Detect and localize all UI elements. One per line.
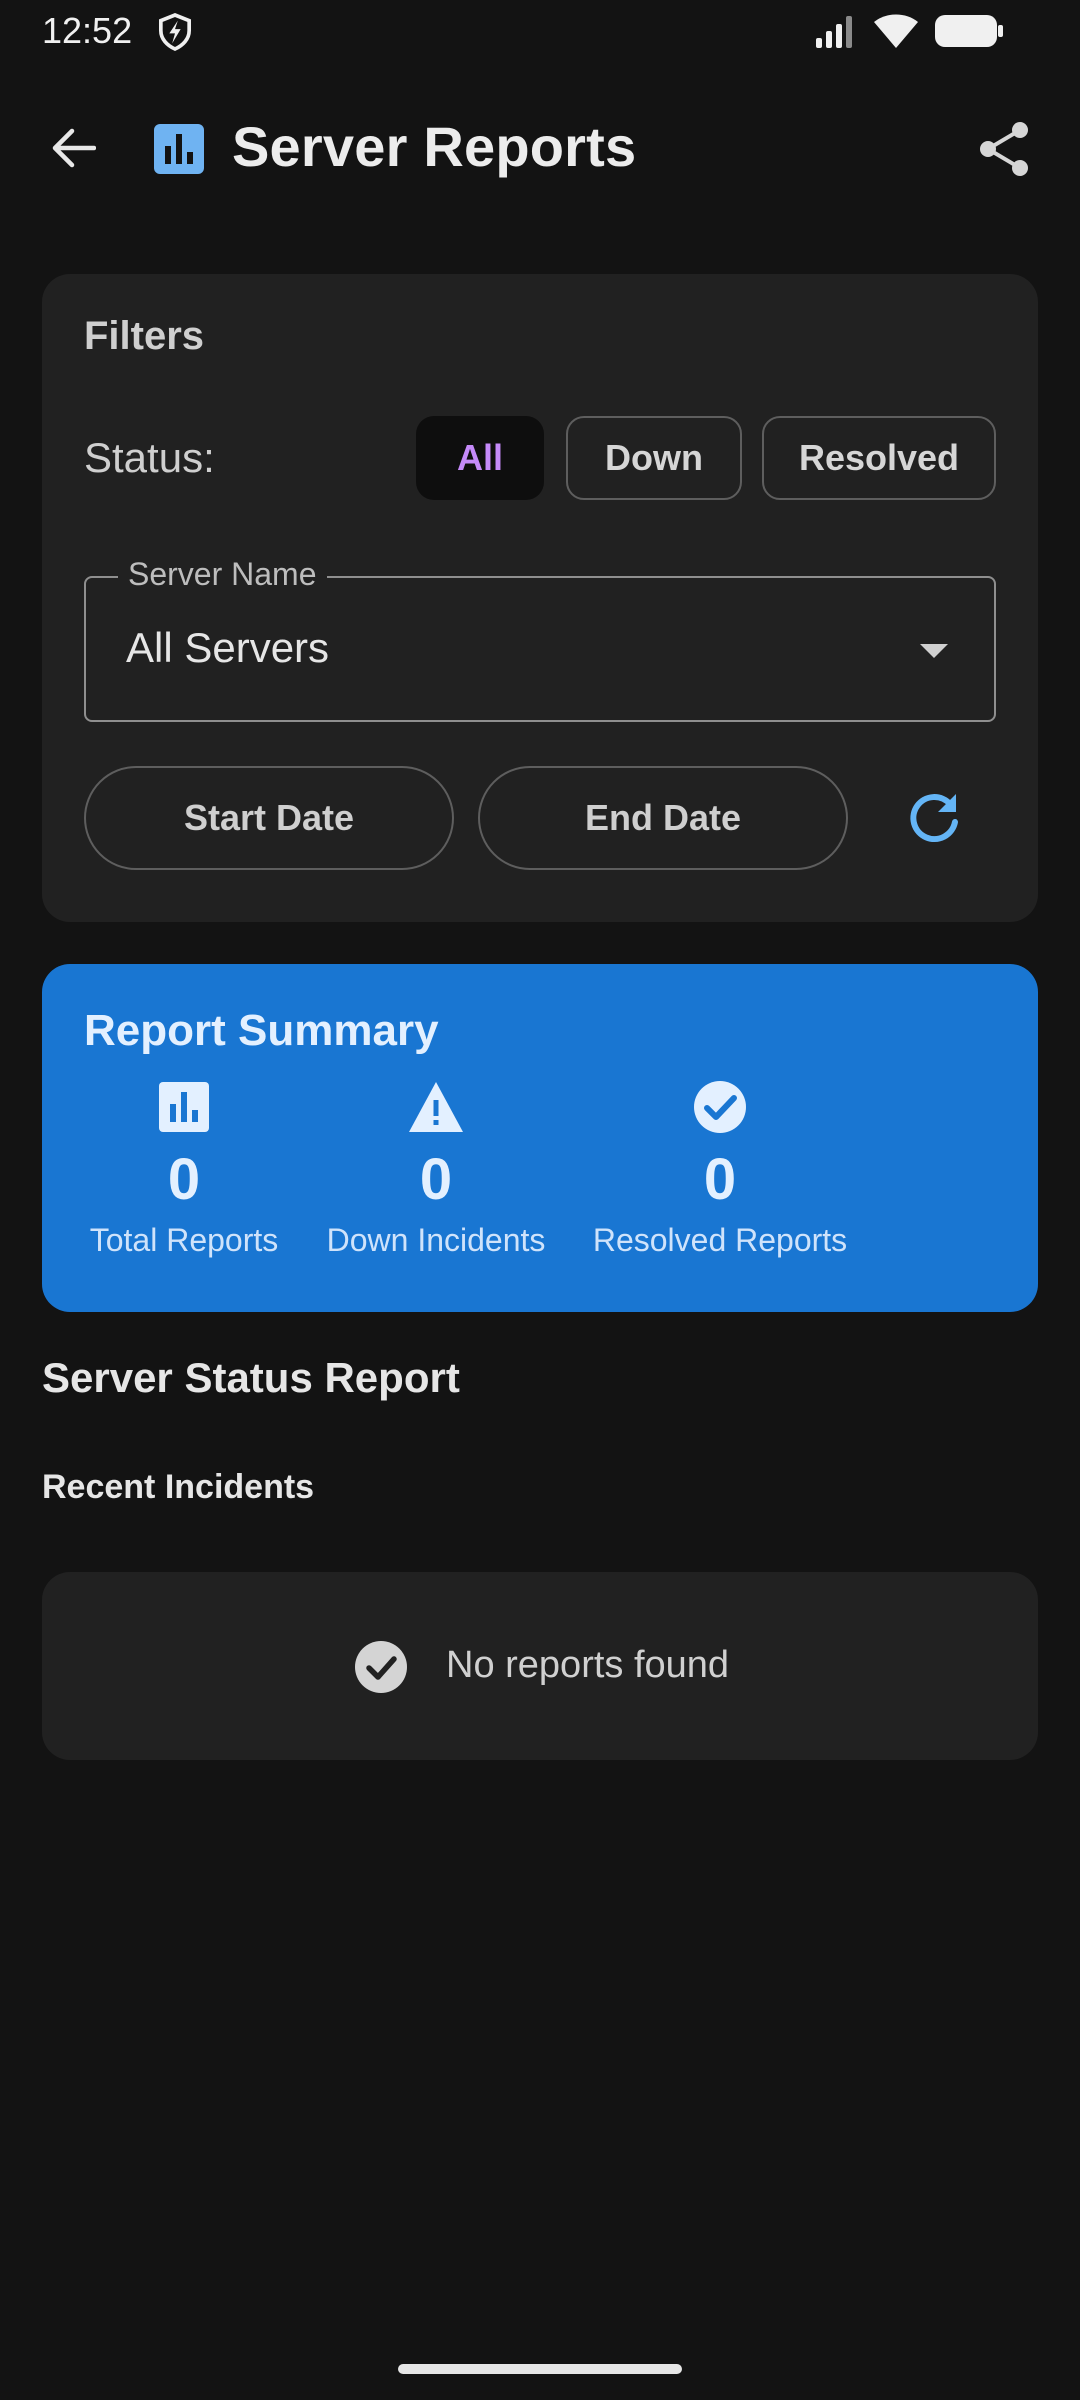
- status-chip-all[interactable]: All: [416, 416, 544, 500]
- status-time: 12:52: [42, 10, 133, 51]
- status-bar: 12:52: [0, 0, 1080, 62]
- filters-card: Filters Status: All Down Resolved Server…: [42, 274, 1038, 922]
- refresh-icon[interactable]: [902, 786, 966, 850]
- summary-title: Report Summary: [84, 1006, 439, 1055]
- battery-icon: [935, 15, 1003, 47]
- end-date-button[interactable]: End Date: [478, 766, 848, 870]
- empty-reports-card: No reports found: [42, 1572, 1038, 1760]
- signal-icon: [816, 16, 852, 48]
- recent-incidents-title: Recent Incidents: [42, 1468, 315, 1506]
- server-name-select[interactable]: Server Name All Servers: [84, 556, 996, 722]
- back-button[interactable]: [42, 120, 104, 176]
- home-indicator[interactable]: [398, 2364, 682, 2374]
- status-chip-resolved[interactable]: Resolved: [762, 416, 996, 500]
- total-reports-value: 0: [167, 1147, 201, 1212]
- app-bar: Server Reports: [0, 100, 1080, 196]
- server-status-report-title: Server Status Report: [42, 1354, 460, 1401]
- empty-reports-text: No reports found: [446, 1644, 730, 1686]
- stat-down-incidents: 0 Down Incidents: [324, 1078, 548, 1259]
- stat-resolved-reports: 0 Resolved Reports: [590, 1078, 850, 1259]
- bar-chart-icon: [154, 124, 204, 174]
- page-title: Server Reports: [232, 115, 637, 178]
- server-name-label: Server Name: [118, 556, 327, 593]
- server-name-value: All Servers: [126, 624, 330, 671]
- start-date-button[interactable]: Start Date: [84, 766, 454, 870]
- bar-chart-icon: [159, 1082, 209, 1132]
- resolved-reports-value: 0: [703, 1147, 737, 1212]
- shield-icon: [158, 13, 192, 51]
- screen: 12:52 Server Reports Filters Status: All…: [0, 0, 1080, 2400]
- check-circle-icon: [355, 1641, 407, 1693]
- status-chip-down[interactable]: Down: [566, 416, 742, 500]
- check-circle-icon: [694, 1081, 746, 1133]
- resolved-reports-label: Resolved Reports: [592, 1222, 848, 1258]
- filters-title: Filters: [84, 314, 205, 358]
- total-reports-label: Total Reports: [89, 1222, 279, 1258]
- warning-icon: [409, 1082, 463, 1132]
- report-summary-card: Report Summary 0 Total Reports 0 Down In…: [42, 964, 1038, 1312]
- share-icon[interactable]: [976, 120, 1034, 178]
- stat-total-reports: 0 Total Reports: [84, 1078, 284, 1259]
- status-label: Status:: [84, 434, 215, 481]
- down-incidents-value: 0: [419, 1147, 453, 1212]
- back-arrow-icon: [52, 128, 96, 168]
- dropdown-arrow-icon: [920, 644, 948, 658]
- wifi-icon: [874, 14, 918, 48]
- down-incidents-label: Down Incidents: [326, 1222, 546, 1258]
